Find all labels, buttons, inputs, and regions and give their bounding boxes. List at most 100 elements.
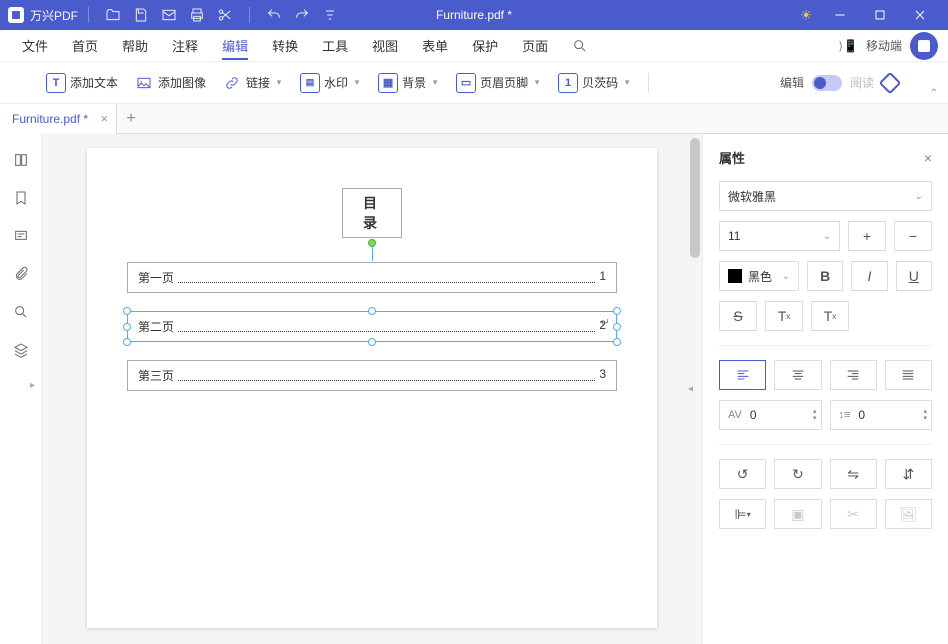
resize-handle[interactable] <box>613 338 621 346</box>
theme-toggle-icon[interactable]: ☀ <box>792 1 820 29</box>
menu-view[interactable]: 视图 <box>360 30 410 62</box>
page[interactable]: 目 录 第一页 1 第二页 2 ↵ <box>87 148 657 628</box>
open-file-icon[interactable] <box>99 1 127 29</box>
bookmarks-icon[interactable] <box>11 190 31 206</box>
menu-home[interactable]: 首页 <box>60 30 110 62</box>
align-justify-button[interactable] <box>885 360 932 390</box>
resize-handle[interactable] <box>123 323 131 331</box>
toc-entry[interactable]: 第三页 3 <box>127 360 617 391</box>
menu-form[interactable]: 表单 <box>410 30 460 62</box>
menu-bar: 文件 首页 帮助 注释 编辑 转换 工具 视图 表单 保护 页面 ⟩📱 移动端 <box>0 30 948 62</box>
chevron-down-icon[interactable]: ▾ <box>430 77 440 88</box>
document-tab[interactable]: Furniture.pdf * × <box>0 104 117 134</box>
menu-page[interactable]: 页面 <box>510 30 560 62</box>
chevron-down-icon[interactable]: ▾ <box>622 77 632 88</box>
font-family-select[interactable]: 微软雅黑 ⌄ <box>719 181 932 211</box>
toc-entry-selected[interactable]: 第二页 2 ↵ <box>127 311 617 342</box>
add-image-button[interactable]: 添加图像 <box>128 69 212 97</box>
color-swatch <box>728 269 742 283</box>
align-right-button[interactable] <box>830 360 877 390</box>
crop-button: ▣ <box>774 499 821 529</box>
chevron-down-icon: ⌄ <box>782 271 790 282</box>
panel-collapse-icon[interactable]: ◂ <box>688 384 693 395</box>
search-sidebar-icon[interactable] <box>11 304 31 320</box>
align-left-button[interactable] <box>719 360 766 390</box>
chevron-down-icon[interactable]: ▾ <box>532 77 542 88</box>
menu-tools[interactable]: 工具 <box>310 30 360 62</box>
char-spacing-icon: AV <box>728 409 742 421</box>
left-sidebar: ▸ <box>0 134 42 644</box>
chevron-down-icon[interactable]: ▾ <box>352 77 362 88</box>
menu-help[interactable]: 帮助 <box>110 30 160 62</box>
text-color-select[interactable]: 黑色 ⌄ <box>719 261 799 291</box>
flip-horizontal-button[interactable]: ⇋ <box>830 459 877 489</box>
maximize-button[interactable] <box>860 0 900 30</box>
rotate-cw-button[interactable]: ↻ <box>774 459 821 489</box>
tab-close-icon[interactable]: × <box>100 111 108 126</box>
flip-vertical-button[interactable]: ⇵ <box>885 459 932 489</box>
resize-handle[interactable] <box>613 323 621 331</box>
superscript-button[interactable]: Tx <box>765 301 803 331</box>
rotate-handle[interactable] <box>368 239 376 247</box>
scissors-icon[interactable] <box>211 1 239 29</box>
mobile-link[interactable]: 移动端 <box>866 37 902 54</box>
comments-icon[interactable] <box>11 228 31 244</box>
document-tab-strip: Furniture.pdf * × + <box>0 104 948 134</box>
edit-read-toggle[interactable] <box>812 75 842 91</box>
brand-badge-icon[interactable] <box>910 32 938 60</box>
layers-icon[interactable] <box>11 342 31 358</box>
rotate-ccw-button[interactable]: ↺ <box>719 459 766 489</box>
menu-convert[interactable]: 转换 <box>260 30 310 62</box>
watermark-button[interactable]: ▤ 水印 ▾ <box>294 69 368 97</box>
panel-close-icon[interactable]: × <box>924 150 932 166</box>
toolbar-collapse-icon[interactable]: ⌃ <box>930 88 938 99</box>
close-window-button[interactable] <box>900 0 940 30</box>
settings-hex-icon[interactable] <box>879 71 902 94</box>
menu-search-icon[interactable] <box>566 38 594 54</box>
bold-button[interactable]: B <box>807 261 843 291</box>
save-icon[interactable] <box>127 1 155 29</box>
resize-handle[interactable] <box>613 307 621 315</box>
resize-handle[interactable] <box>123 338 131 346</box>
resize-handle[interactable] <box>123 307 131 315</box>
menu-edit[interactable]: 编辑 <box>210 30 260 62</box>
attachments-icon[interactable] <box>11 266 31 282</box>
redo-icon[interactable] <box>288 1 316 29</box>
font-size-select[interactable]: 11 ⌄ <box>719 221 840 251</box>
menu-file[interactable]: 文件 <box>10 30 60 62</box>
char-spacing-input[interactable]: AV 0 ▴▾ <box>719 400 822 430</box>
vertical-scrollbar[interactable] <box>690 138 700 258</box>
underline-button[interactable]: U <box>896 261 932 291</box>
add-tab-button[interactable]: + <box>117 105 145 133</box>
increase-size-button[interactable]: + <box>848 221 886 251</box>
background-icon: ▦ <box>378 73 398 93</box>
line-spacing-input[interactable]: ↕≡ 0 ▴▾ <box>830 400 933 430</box>
toc-title[interactable]: 目 录 <box>342 188 402 238</box>
background-button[interactable]: ▦ 背景 ▾ <box>372 69 446 97</box>
document-canvas[interactable]: 目 录 第一页 1 第二页 2 ↵ <box>42 134 702 644</box>
undo-icon[interactable] <box>260 1 288 29</box>
menu-annotate[interactable]: 注释 <box>160 30 210 62</box>
sidebar-expand-icon[interactable]: ▸ <box>30 380 42 391</box>
menu-protect[interactable]: 保护 <box>460 30 510 62</box>
decrease-size-button[interactable]: − <box>894 221 932 251</box>
strikethrough-button[interactable]: S <box>719 301 757 331</box>
header-footer-button[interactable]: ▭ 页眉页脚 ▾ <box>450 69 548 97</box>
resize-handle[interactable] <box>368 307 376 315</box>
quick-dropdown-icon[interactable] <box>316 1 344 29</box>
align-center-button[interactable] <box>774 360 821 390</box>
chevron-down-icon[interactable]: ▾ <box>274 77 284 88</box>
thumbnails-icon[interactable] <box>11 152 31 168</box>
print-icon[interactable] <box>183 1 211 29</box>
resize-handle[interactable] <box>368 338 376 346</box>
minimize-button[interactable] <box>820 0 860 30</box>
subscript-button[interactable]: Tx <box>811 301 849 331</box>
bates-number-button[interactable]: 1 贝茨码 ▾ <box>552 69 638 97</box>
toc-entry[interactable]: 第一页 1 <box>127 262 617 293</box>
link-button[interactable]: 链接 ▾ <box>216 69 290 97</box>
italic-button[interactable]: I <box>851 261 887 291</box>
mail-icon[interactable] <box>155 1 183 29</box>
add-text-button[interactable]: T 添加文本 <box>40 69 124 97</box>
arrange-button[interactable]: ⊫▾ <box>719 499 766 529</box>
watermark-icon: ▤ <box>300 73 320 93</box>
